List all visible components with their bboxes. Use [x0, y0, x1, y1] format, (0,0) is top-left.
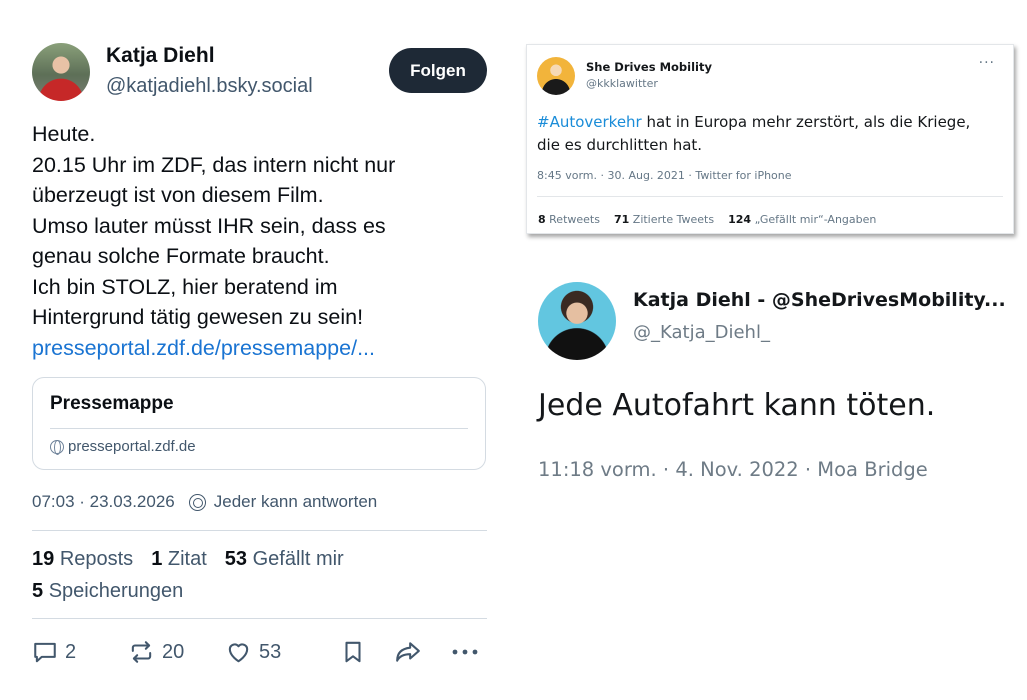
divider — [537, 196, 1003, 197]
tweet-screenshot-1: She Drives Mobility @kkklawitter ··· #Au… — [526, 44, 1014, 234]
like-count: 53 — [259, 640, 282, 663]
retweets-label: Retweets — [549, 213, 600, 226]
engagement-stats: 19 Reposts 1 Zitat 53 Gefällt mir — [32, 548, 344, 571]
share-button[interactable] — [393, 639, 423, 665]
globe-icon — [50, 439, 64, 455]
like-button[interactable]: 53 — [225, 639, 281, 665]
reply-setting-icon — [188, 493, 206, 511]
post-timestamp: 07:03 · 23.03.2026 — [32, 492, 175, 511]
repost-button[interactable]: 20 — [128, 639, 184, 665]
post-link[interactable]: presseportal.zdf.de/pressemappe/... — [32, 333, 482, 364]
quotes-label: Zitierte Tweets — [632, 213, 715, 226]
post-meta: 07:03 · 23.03.2026 Jeder kann antworten — [32, 492, 377, 512]
likes-count: 124 — [728, 213, 752, 226]
divider — [32, 618, 487, 619]
likes-stat[interactable]: 53 Gefällt mir — [225, 548, 344, 570]
repost-icon — [131, 641, 152, 663]
tweet-author-name: Katja Diehl - @SheDrivesMobility... — [633, 289, 1006, 311]
tweet-date: 11:18 vorm. · 4. Nov. 2022 · Moa Bridge — [538, 458, 928, 481]
tweet-author-handle: @_Katja_Diehl_ — [633, 322, 770, 343]
quotes-count: 71 — [613, 213, 630, 226]
post-text-line: genau solche Formate braucht. — [32, 244, 330, 268]
link-preview-domain-text: presseportal.zdf.de — [68, 438, 196, 455]
tweet-author-handle: @kkklawitter — [586, 77, 658, 90]
heart-icon — [228, 643, 249, 663]
post-text-line: überzeugt ist von diesem Film. — [32, 183, 324, 207]
tweet-author-name: She Drives Mobility — [586, 60, 712, 74]
repost-count: 20 — [162, 640, 185, 663]
reposts-stat[interactable]: 19 Reposts — [32, 548, 133, 570]
post-text-line: Umso lauter müsst IHR sein, dass es — [32, 213, 386, 238]
more-icon — [452, 649, 478, 655]
hashtag: #Autoverkehr — [537, 113, 642, 131]
author-handle[interactable]: @katjadiehl.bsky.social — [106, 75, 313, 98]
tweet-date: 8:45 vorm. · 30. Aug. 2021 · Twitter for… — [537, 169, 792, 182]
tweet-screenshot-2: Katja Diehl - @SheDrivesMobility... @_Ka… — [535, 278, 1015, 498]
reply-button[interactable]: 2 — [32, 639, 76, 665]
divider — [32, 530, 487, 531]
reply-count: 2 — [65, 640, 77, 663]
bookmark-button[interactable] — [340, 639, 366, 665]
follow-button[interactable]: Folgen — [389, 48, 487, 93]
post-text: Heute. 20.15 Uhr im ZDF, das intern nich… — [32, 119, 482, 363]
author-avatar[interactable] — [32, 43, 90, 101]
link-preview-card[interactable]: Pressemappe presseportal.zdf.de — [32, 377, 486, 470]
more-button[interactable] — [450, 639, 480, 665]
link-preview-title: Pressemappe — [50, 393, 174, 414]
author-name[interactable]: Katja Diehl — [106, 44, 215, 68]
tweet-text: #Autoverkehr hat in Europa mehr zerstört… — [537, 111, 997, 157]
tweet-text: Jede Autofahrt kann töten. — [538, 388, 936, 423]
more-icon: ··· — [978, 55, 995, 71]
retweets-count: 8 — [538, 213, 546, 226]
post-text-line: Hintergrund tätig gewesen zu sein! — [32, 305, 364, 329]
post-text-line: 20.15 Uhr im ZDF, das intern nicht nur — [32, 152, 396, 177]
post-actions: 2 20 53 — [32, 639, 487, 671]
post-text-line: Ich bin STOLZ, hier beratend im — [32, 274, 338, 299]
likes-label: „Gefällt mir“-Angaben — [754, 213, 877, 226]
tweet-avatar — [537, 57, 575, 95]
post-text-line: Heute. — [32, 122, 96, 146]
quotes-stat[interactable]: 1 Zitat — [151, 548, 207, 570]
link-preview-domain: presseportal.zdf.de — [50, 438, 196, 455]
tweet-stats: 8 Retweets 71 Zitierte Tweets 124 „Gefällt… — [538, 213, 876, 226]
tweet-avatar — [538, 282, 616, 360]
bookmark-icon — [345, 641, 361, 663]
share-icon — [396, 642, 420, 662]
saves-stat[interactable]: 5 Speicherungen — [32, 580, 183, 603]
divider — [50, 428, 468, 429]
reply-icon — [34, 642, 56, 663]
reply-setting: Jeder kann antworten — [213, 492, 378, 511]
